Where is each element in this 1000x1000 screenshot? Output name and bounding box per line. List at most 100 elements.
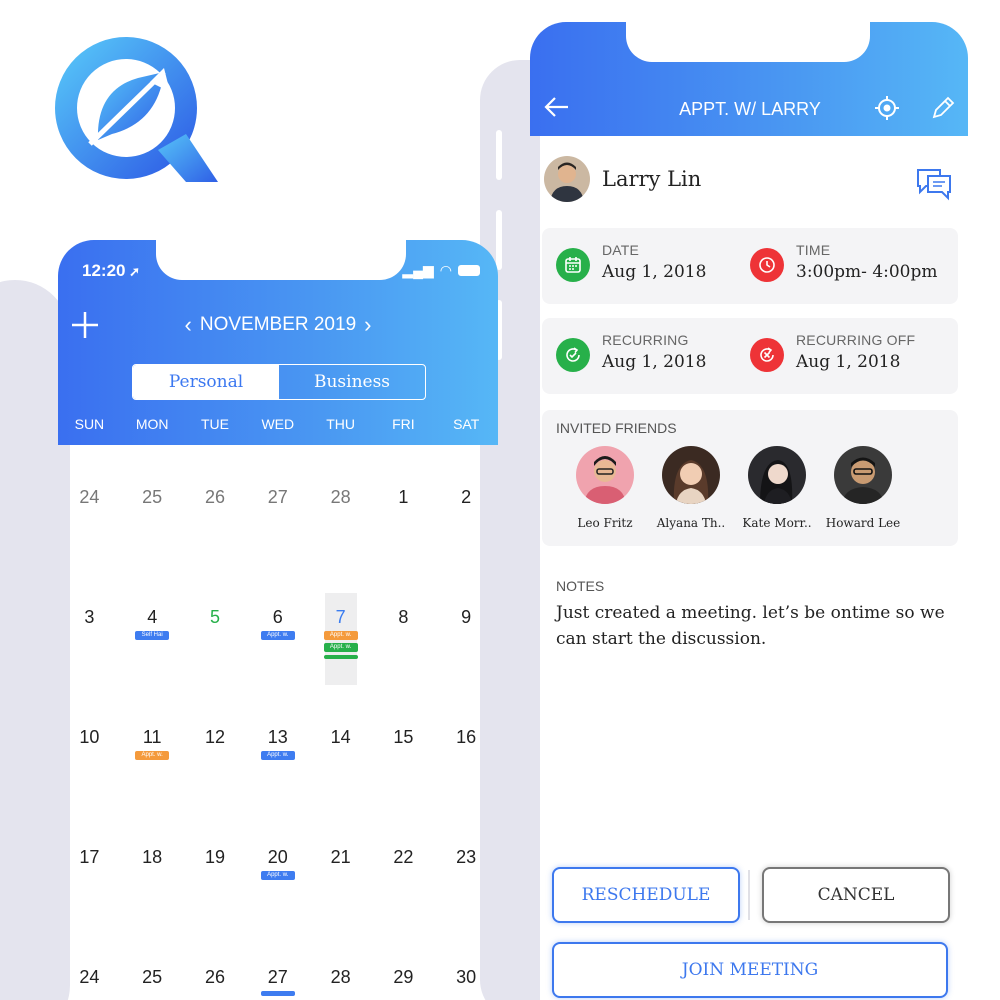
friend-name: Alyana Th.. [656,516,726,530]
friend-item[interactable]: Howard Lee [826,446,900,530]
signal-icon: ▂▄▆ [402,262,434,278]
calendar-day[interactable]: 19 [184,805,247,925]
phone-notch [156,240,406,280]
avatar [748,446,806,504]
event-chip[interactable]: Appt. w. [260,631,295,640]
join-meeting-button[interactable]: JOIN MEETING [552,942,948,998]
page-title: APPT. W/ LARRY [679,99,821,119]
calendar-day[interactable]: 6 Appt. w. [246,565,309,685]
recurring-off-field: RECURRING OFF Aug 1, 2018 [750,332,915,372]
calendar-day[interactable]: 30 [435,925,498,1000]
calendar-day[interactable]: 23 [435,805,498,925]
chevron-right-icon[interactable]: › [364,314,371,336]
pencil-icon[interactable] [930,95,956,121]
calendar-phone: 12:20 ➚ ▂▄▆ ◠ ‹ NOVEMBER 2019 › Personal… [58,240,498,1000]
friend-item[interactable]: Leo Fritz [568,446,642,530]
weekday-label: SUN [74,416,105,432]
friend-item[interactable]: Kate Morr.. [740,446,814,530]
weekday-header: SUN MON TUE WED THU FRI SAT [58,416,498,432]
calendar-day[interactable]: 17 [58,805,121,925]
recurring-off-icon [750,338,784,372]
calendar-day[interactable]: 27 [246,925,309,1000]
calendar-day[interactable]: 2 [435,445,498,565]
calendar-day[interactable]: 21 [309,805,372,925]
event-chip[interactable]: Appt. w. [260,751,295,760]
invited-friends-card: INVITED FRIENDS Leo Fritz Alyana Th.. Ka… [542,410,958,546]
cancel-button[interactable]: CANCEL [762,867,950,923]
calendar-day[interactable]: 28 [309,925,372,1000]
weekday-label: FRI [392,416,415,432]
organizer-name: Larry Lin [602,167,702,191]
chevron-left-icon[interactable]: ‹ [185,314,192,336]
calendar-day[interactable]: 4 Self Hai [121,565,184,685]
calendar-day[interactable]: 28 [309,445,372,565]
calendar-day[interactable]: 26 [184,925,247,1000]
calendar-day[interactable]: 26 [184,445,247,565]
calendar-day[interactable]: 25 [121,925,184,1000]
notes-label: NOTES [556,578,605,594]
weekday-label: MON [135,416,169,432]
calendar-day[interactable]: 11 Appt. w. [121,685,184,805]
add-event-button[interactable] [68,310,102,344]
calendar-day[interactable]: 13 Appt. w. [246,685,309,805]
calendar-header: 12:20 ➚ ▂▄▆ ◠ ‹ NOVEMBER 2019 › Personal… [58,240,498,445]
friend-name: Leo Fritz [577,516,633,530]
friend-item[interactable]: Alyana Th.. [654,446,728,530]
calendar-day[interactable]: 8 [372,565,435,685]
calendar-day[interactable]: 1 [372,445,435,565]
calendar-day[interactable]: 16 [435,685,498,805]
calendar-day[interactable]: 10 [58,685,121,805]
month-label: NOVEMBER 2019 [199,314,357,335]
event-chip[interactable]: Self Hai [135,631,170,640]
event-chip[interactable]: Appt. w. [323,643,358,652]
tab-business[interactable]: Business [279,365,425,399]
recurring-off-label: RECURRING OFF [796,332,916,348]
date-time-card: DATE Aug 1, 2018 TIME 3:00pm- 4:00pm [542,228,958,304]
time-label: TIME [796,242,831,258]
avatar [662,446,720,504]
calendar-day[interactable]: 12 [184,685,247,805]
calendar-day[interactable]: 5 [184,565,247,685]
status-icons: ▂▄▆ ◠ [402,262,480,279]
calendar-grid: 24 25 26 27 28 1 2 3 4 Self Hai 5 6 Appt… [58,445,498,1000]
friend-name: Kate Morr.. [742,516,812,530]
calendar-day[interactable]: 22 [372,805,435,925]
calendar-day[interactable]: 9 [435,565,498,685]
reschedule-button[interactable]: RESCHEDULE [552,867,740,923]
calendar-day[interactable]: 24 [58,445,121,565]
calendar-day[interactable]: 25 [121,445,184,565]
calendar-day[interactable]: 15 [372,685,435,805]
calendar-day[interactable]: 3 [58,565,121,685]
location-target-icon[interactable] [874,95,900,121]
calendar-day[interactable]: 27 [246,445,309,565]
appointment-phone: APPT. W/ LARRY Larry Lin DATE Aug 1, 201… [530,22,970,1000]
button-divider [748,870,750,920]
recurring-field: RECURRING Aug 1, 2018 [556,332,706,372]
date-value: Aug 1, 2018 [602,262,707,282]
event-chip[interactable]: Appt. w. [323,631,358,640]
calendar-day[interactable]: 24 [58,925,121,1000]
calendar-day[interactable]: 14 [309,685,372,805]
event-chip[interactable] [323,655,358,659]
invited-friends-label: INVITED FRIENDS [556,420,677,436]
calendar-day[interactable]: 20 Appt. w. [246,805,309,925]
clock-icon [750,248,784,282]
event-chip[interactable]: Appt. w. [260,871,295,880]
calendar-day-selected[interactable]: 7 Appt. w. Appt. w. [309,565,372,685]
appointment-header: APPT. W/ LARRY [530,22,968,136]
weekday-label: THU [326,416,355,432]
calendar-week: 3 4 Self Hai 5 6 Appt. w. 7 Appt. w. App… [58,565,498,685]
calendar-icon [556,248,590,282]
avatar [834,446,892,504]
calendar-day[interactable]: 18 [121,805,184,925]
back-arrow-icon[interactable] [542,92,572,122]
chat-icon[interactable] [914,166,954,202]
battery-icon [458,265,480,276]
recurring-off-value: Aug 1, 2018 [796,352,901,372]
event-chip[interactable]: Appt. w. [135,751,170,760]
tab-personal[interactable]: Personal [133,365,279,399]
time-value: 3:00pm- 4:00pm [796,262,938,282]
calendar-day[interactable]: 29 [372,925,435,1000]
recurring-label: RECURRING [602,332,689,348]
event-chip[interactable] [260,991,295,996]
